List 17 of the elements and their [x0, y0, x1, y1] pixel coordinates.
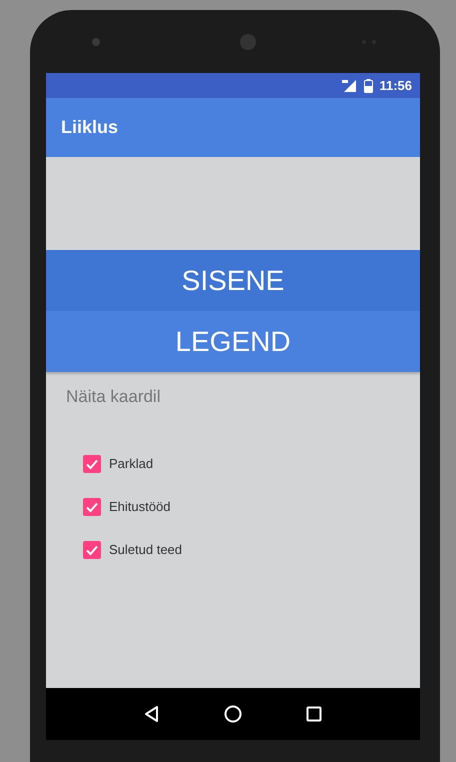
status-time: 11:56 — [379, 78, 412, 93]
app-title: Liiklus — [61, 117, 118, 138]
checkbox[interactable] — [83, 540, 101, 558]
menu-button[interactable]: SISENE — [46, 250, 420, 311]
battery-icon — [364, 78, 374, 92]
checkbox[interactable] — [83, 498, 101, 516]
signal-icon — [342, 80, 356, 92]
section-title: Näita kaardil — [66, 387, 162, 407]
checkbox[interactable] — [83, 454, 101, 472]
recents-icon[interactable] — [304, 704, 324, 724]
home-icon[interactable] — [222, 704, 243, 724]
camera-icon — [92, 38, 100, 46]
checkbox-label: Parklad — [109, 456, 154, 471]
checkbox-label: Suletud teed — [109, 542, 182, 557]
checkbox-label: Ehitustööd — [109, 499, 170, 514]
menu-button[interactable]: LEGEND — [46, 311, 420, 372]
speaker-icon — [240, 34, 256, 50]
